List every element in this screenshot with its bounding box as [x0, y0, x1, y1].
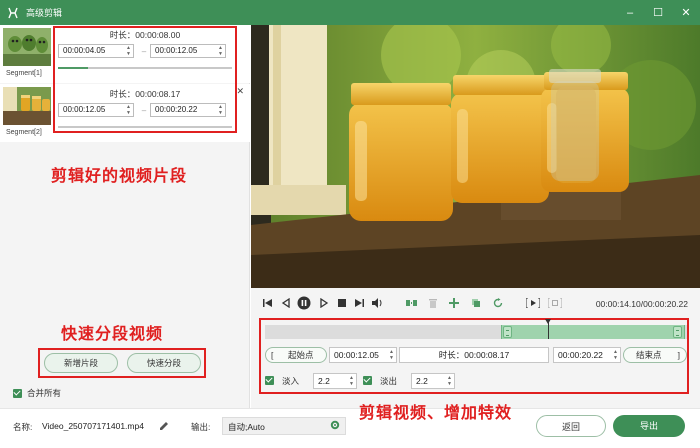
footer-bar: 名称: Video_250707171401.mp4 输出: 自动;Auto 剪…: [0, 405, 700, 448]
output-label: 输出:: [191, 422, 211, 432]
trim-end-handle[interactable]: [672, 326, 682, 338]
playback-toolbar: 00:00:14.10/00:00:20.22: [251, 288, 700, 318]
jump-to-end-icon[interactable]: [353, 297, 365, 309]
segment-panel: Segment[1] 时长：00:00:08.00 00:00:04.05 ▲ ▼…: [0, 25, 250, 408]
fade-row: 淡入 2.2 ▲ ▼ 淡出 2.2 ▲ ▼: [265, 373, 465, 389]
app-logo-icon: [6, 6, 20, 20]
trim-end-input[interactable]: 00:00:20.22 ▲ ▼: [553, 347, 621, 363]
segment-name: Segment[2]: [6, 129, 42, 136]
trim-selection[interactable]: [501, 325, 685, 339]
trim-timeline[interactable]: [265, 319, 687, 339]
title-bar: 高级剪辑 – ☐ ✕: [0, 0, 700, 25]
set-end-button[interactable]: 结束点 ]: [623, 347, 687, 363]
segment-thumbnail: [3, 28, 51, 66]
spinner-icon[interactable]: ▲ ▼: [447, 375, 452, 387]
pause-button[interactable]: [297, 296, 311, 310]
trim-duration-display: 时长：00:00:08.17: [399, 347, 549, 363]
add-segment-button[interactable]: 新增片段: [44, 353, 118, 373]
window-title: 高级剪辑: [26, 8, 63, 18]
delete-segment-icon[interactable]: ✕: [236, 86, 244, 97]
fade-out-checkbox[interactable]: [363, 376, 372, 385]
spinner-icon[interactable]: ▲ ▼: [613, 349, 618, 361]
name-label: 名称:: [13, 422, 33, 432]
back-button[interactable]: 返回: [536, 415, 606, 437]
fade-in-checkbox[interactable]: [265, 376, 274, 385]
spinner-icon[interactable]: ▲ ▼: [389, 349, 394, 361]
gear-icon[interactable]: [330, 418, 340, 436]
segment-name: Segment[1]: [6, 70, 42, 77]
maximize-icon[interactable]: ☐: [652, 7, 664, 19]
copy-icon[interactable]: [470, 297, 482, 309]
volume-icon[interactable]: [371, 297, 383, 309]
jump-to-start-icon[interactable]: [262, 297, 274, 309]
stop-icon[interactable]: [336, 297, 348, 309]
preview-segment-icon[interactable]: [526, 297, 540, 309]
edit-name-icon[interactable]: [159, 421, 169, 433]
reset-icon[interactable]: [492, 297, 504, 309]
close-icon[interactable]: ✕: [680, 7, 692, 19]
trim-row: [ 起始点 00:00:12.05 ▲ ▼ 时长：00:00:08.17 00:0…: [265, 347, 687, 363]
quick-split-button[interactable]: 快速分段: [127, 353, 201, 373]
merge-all-option[interactable]: 合并所有: [13, 387, 61, 399]
playback-timecode: 00:00:14.10/00:00:20.22: [595, 299, 688, 309]
fade-in-input[interactable]: 2.2 ▲ ▼: [313, 373, 357, 389]
prev-frame-icon[interactable]: [280, 297, 292, 309]
annotation-split: 快速分段视频: [61, 326, 164, 343]
output-setting[interactable]: 自动;Auto: [222, 417, 346, 435]
merge-all-checkbox[interactable]: [13, 388, 22, 398]
advanced-editor-window: 高级剪辑 – ☐ ✕ Segment[1] 时长：00:00:08.00 00:…: [0, 0, 700, 448]
delete-icon[interactable]: [427, 297, 439, 309]
split-clip-icon[interactable]: [405, 297, 417, 309]
minimize-icon[interactable]: –: [624, 7, 636, 19]
add-icon[interactable]: [448, 297, 460, 309]
trim-start-input[interactable]: 00:00:12.05 ▲ ▼: [329, 347, 397, 363]
playhead-marker[interactable]: [544, 319, 551, 339]
annotation-edit: 剪辑视频、增加特效: [359, 405, 513, 422]
annotation-segments: 剪辑好的视频片段: [51, 168, 188, 185]
fade-out-input[interactable]: 2.2 ▲ ▼: [411, 373, 455, 389]
preview-full-icon[interactable]: [548, 297, 562, 309]
trim-start-handle[interactable]: [503, 326, 513, 338]
merge-all-label: 合并所有: [27, 388, 62, 398]
fade-in-label: 淡入: [282, 376, 300, 386]
video-preview[interactable]: [251, 25, 700, 288]
edit-controls: 00:00:14.10/00:00:20.22 [ 起始点 00:00:12.0…: [251, 288, 700, 408]
file-name: Video_250707171401.mp4: [42, 421, 144, 431]
fade-out-label: 淡出: [380, 376, 398, 386]
segment-thumbnail: [3, 87, 51, 125]
set-start-button[interactable]: [ 起始点: [265, 347, 327, 363]
segments-highlight-box: [53, 26, 237, 133]
spinner-icon[interactable]: ▲ ▼: [349, 375, 354, 387]
next-frame-icon[interactable]: [318, 297, 330, 309]
export-button[interactable]: 导出: [613, 415, 685, 437]
